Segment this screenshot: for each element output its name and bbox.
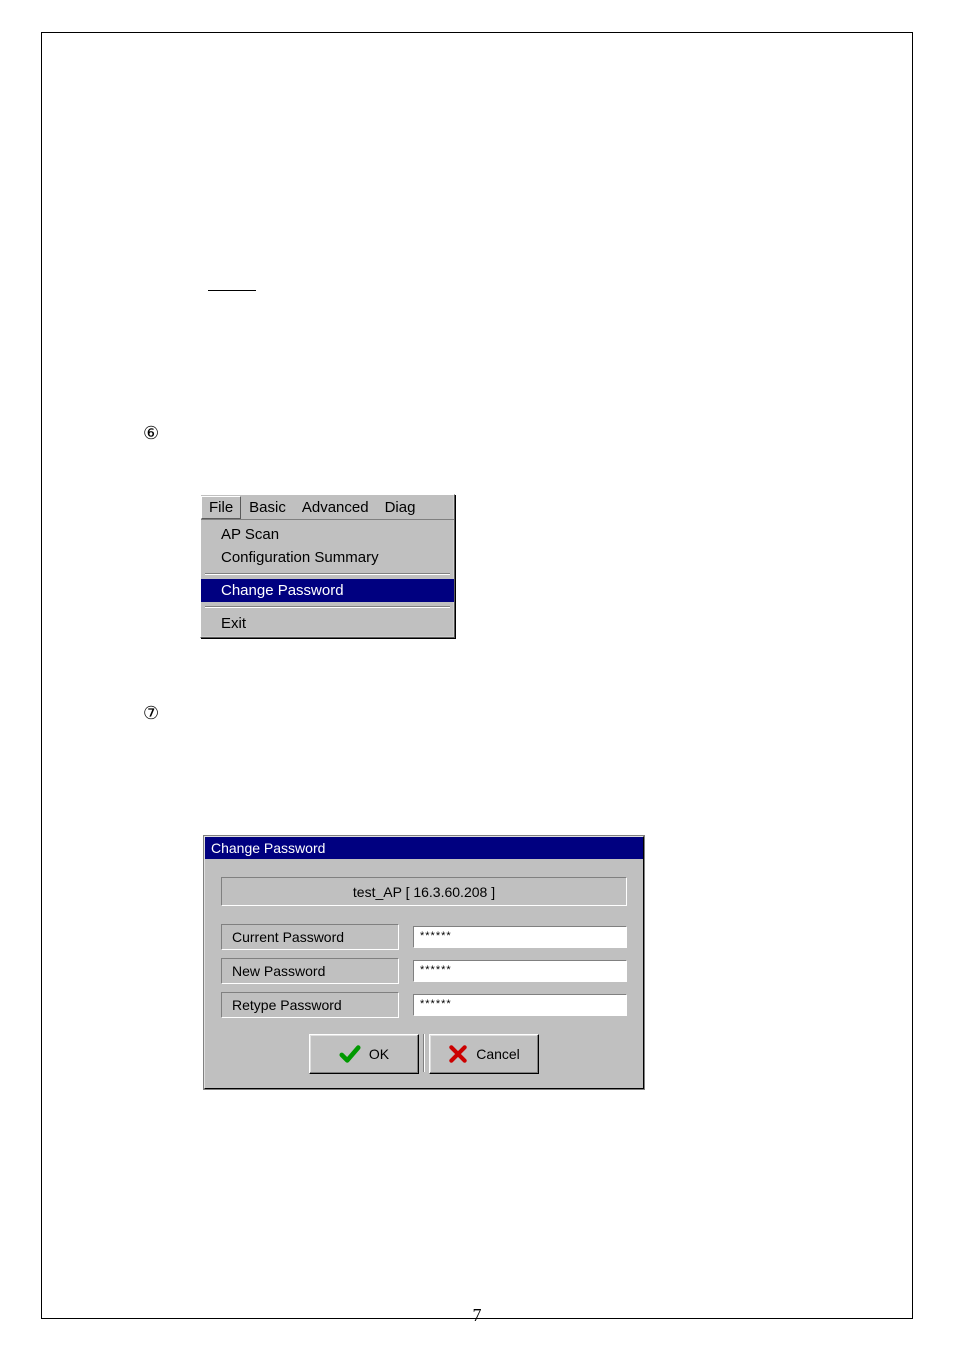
label-new-password: New Password [221, 958, 399, 984]
menu-item-exit[interactable]: Exit [201, 612, 454, 635]
page-border [41, 32, 913, 1319]
file-menu-window: File Basic Advanced Diag AP Scan Configu… [200, 494, 455, 638]
document-page: ⑥ ⑦ File Basic Advanced Diag AP Scan Con… [0, 0, 954, 1351]
change-password-dialog: Change Password test_AP [ 16.3.60.208 ] … [204, 836, 644, 1089]
cancel-button[interactable]: Cancel [429, 1034, 539, 1074]
menu-item-config-summary[interactable]: Configuration Summary [201, 546, 454, 569]
row-retype-password: Retype Password ****** [221, 992, 627, 1018]
cancel-button-label: Cancel [476, 1046, 520, 1062]
menubar: File Basic Advanced Diag [201, 495, 454, 520]
menubar-item-basic[interactable]: Basic [241, 496, 294, 519]
input-retype-password[interactable]: ****** [413, 994, 627, 1016]
dialog-body: test_AP [ 16.3.60.208 ] Current Password… [205, 859, 643, 1088]
page-number: 7 [0, 1305, 954, 1326]
button-separator [423, 1034, 425, 1072]
menubar-item-advanced[interactable]: Advanced [294, 496, 377, 519]
dialog-buttons: OK Cancel [221, 1034, 627, 1074]
host-label: test_AP [ 16.3.60.208 ] [221, 877, 627, 906]
horizontal-rule [208, 290, 256, 291]
menu-separator [205, 606, 450, 608]
input-current-password[interactable]: ****** [413, 926, 627, 948]
ok-button-label: OK [369, 1046, 389, 1062]
check-icon [339, 1043, 361, 1065]
menu-separator [205, 573, 450, 575]
ok-button[interactable]: OK [309, 1034, 419, 1074]
menubar-item-diag[interactable]: Diag [377, 496, 424, 519]
label-current-password: Current Password [221, 924, 399, 950]
menu-item-ap-scan[interactable]: AP Scan [201, 523, 454, 546]
list-marker-6: ⑥ [143, 424, 159, 442]
menubar-item-file[interactable]: File [201, 496, 241, 519]
input-new-password[interactable]: ****** [413, 960, 627, 982]
menu-item-change-password[interactable]: Change Password [201, 579, 454, 602]
x-icon [448, 1044, 468, 1064]
dialog-title: Change Password [205, 837, 643, 859]
list-marker-7: ⑦ [143, 704, 159, 722]
file-dropdown: AP Scan Configuration Summary Change Pas… [201, 520, 454, 637]
row-current-password: Current Password ****** [221, 924, 627, 950]
label-retype-password: Retype Password [221, 992, 399, 1018]
row-new-password: New Password ****** [221, 958, 627, 984]
